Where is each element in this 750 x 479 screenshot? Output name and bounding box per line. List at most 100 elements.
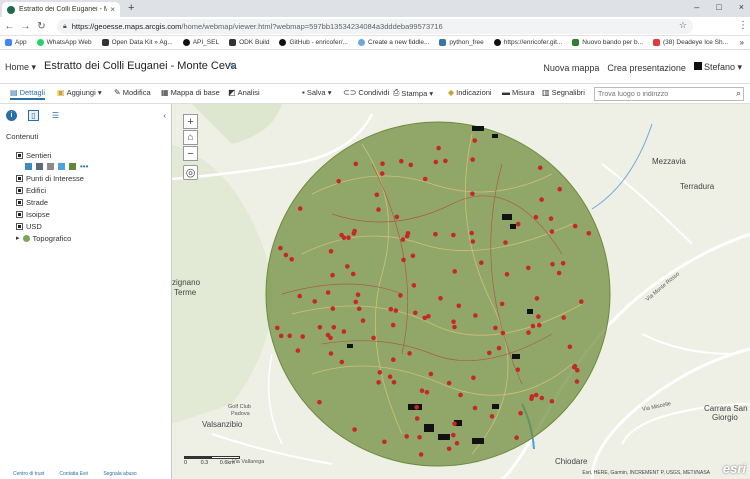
poi-marker[interactable] [380, 161, 385, 166]
close-window-button[interactable]: × [739, 2, 744, 12]
poi-marker[interactable] [289, 257, 294, 262]
poi-marker[interactable] [530, 323, 536, 329]
bookmarks-more-icon[interactable]: » [740, 38, 744, 47]
poi-marker[interactable] [350, 271, 356, 277]
bookmark-star-icon[interactable]: ☆ [679, 20, 687, 31]
poi-marker[interactable] [400, 237, 406, 242]
layer-item-edifici[interactable]: Edifici [16, 184, 88, 196]
poi-marker[interactable] [572, 223, 578, 229]
poi-marker[interactable] [451, 319, 456, 325]
poi-marker[interactable] [283, 252, 289, 258]
bookmark-item[interactable]: https://enricofer.git... [493, 39, 562, 46]
poi-marker[interactable] [278, 245, 283, 251]
layer-item-topografico[interactable]: ▸ Topografico [16, 232, 88, 244]
poi-marker[interactable] [275, 325, 280, 331]
poi-marker[interactable] [456, 303, 462, 309]
poi-marker[interactable] [341, 329, 347, 334]
poi-marker[interactable] [489, 414, 495, 419]
layer-checkbox[interactable] [16, 174, 23, 182]
poi-marker[interactable] [405, 231, 411, 236]
poi-marker[interactable] [422, 315, 427, 321]
edit-pencil-icon[interactable]: ✎ [228, 61, 236, 72]
measure-button[interactable]: ▬ Misura [502, 88, 535, 97]
poi-marker[interactable] [493, 325, 498, 331]
poi-marker[interactable] [472, 405, 478, 411]
bookmark-item[interactable]: WhatsApp Web [36, 39, 92, 46]
poi-marker[interactable] [330, 272, 335, 278]
poi-marker[interactable] [379, 171, 385, 176]
poi-marker[interactable] [339, 232, 344, 238]
poi-marker[interactable] [377, 370, 383, 375]
user-menu[interactable]: Stefano ▾ [693, 62, 742, 73]
map-view[interactable]: + ⌂ − ◎ Mezzavia Terradura zignano Terme… [172, 104, 750, 479]
poi-marker[interactable] [499, 301, 505, 307]
poi-marker[interactable] [496, 345, 502, 351]
about-info-icon[interactable]: i [6, 110, 17, 121]
poi-marker[interactable] [312, 299, 317, 304]
analysis-layer-icon[interactable] [69, 162, 76, 170]
poi-marker[interactable] [300, 334, 305, 339]
layer-checkbox[interactable] [16, 186, 23, 194]
poi-marker[interactable] [404, 434, 409, 439]
create-presentation-link[interactable]: Crea presentazione [607, 63, 686, 73]
default-extent-home-icon[interactable]: ⌂ [183, 130, 198, 145]
poi-marker[interactable] [452, 269, 458, 274]
poi-marker[interactable] [536, 322, 542, 328]
poi-marker[interactable] [353, 161, 359, 167]
bookmark-item[interactable]: Open Data Kit » Ag... [101, 39, 173, 46]
poi-marker[interactable] [446, 380, 452, 386]
filter-icon[interactable] [58, 162, 65, 170]
new-tab-button[interactable]: + [128, 2, 134, 14]
save-button[interactable]: ▪ Salva ▾ [302, 88, 331, 97]
poi-marker[interactable] [382, 439, 387, 445]
poi-marker[interactable] [557, 186, 562, 192]
poi-marker[interactable] [533, 214, 539, 220]
poi-marker[interactable] [574, 379, 580, 384]
poi-marker[interactable] [529, 394, 535, 399]
poi-marker[interactable] [537, 165, 543, 171]
poi-marker[interactable] [438, 296, 443, 301]
search-icon[interactable]: ⌕ [736, 88, 741, 99]
poi-marker[interactable] [536, 314, 541, 319]
poi-marker[interactable] [355, 292, 361, 297]
poi-marker[interactable] [388, 306, 394, 312]
poi-marker[interactable] [353, 299, 359, 305]
poi-marker[interactable] [436, 145, 441, 151]
expand-chevron-icon[interactable]: ▸ [16, 234, 20, 242]
poi-marker[interactable] [401, 257, 406, 263]
poi-marker[interactable] [487, 350, 492, 356]
poi-marker[interactable] [470, 191, 475, 197]
poi-marker[interactable] [346, 235, 351, 240]
home-menu[interactable]: Home ▾ [5, 62, 36, 73]
poi-marker[interactable] [417, 435, 422, 440]
poi-marker[interactable] [472, 138, 478, 143]
style-icon[interactable] [47, 162, 54, 170]
poi-marker[interactable] [419, 388, 425, 394]
poi-marker[interactable] [452, 324, 457, 330]
poi-marker[interactable] [534, 296, 540, 301]
layer-item-sentieri[interactable]: Sentieri [16, 149, 88, 161]
poi-marker[interactable] [526, 265, 531, 271]
zoom-in-button[interactable]: + [183, 114, 198, 129]
maximize-button[interactable]: □ [716, 2, 721, 12]
poi-marker[interactable] [550, 261, 555, 267]
poi-marker[interactable] [351, 231, 357, 236]
browser-menu-icon[interactable]: ⋮ [738, 20, 748, 31]
poi-marker[interactable] [515, 367, 521, 373]
legend-icon[interactable] [25, 162, 32, 170]
layer-item-usd[interactable]: USD [16, 220, 88, 232]
poi-marker[interactable] [470, 157, 476, 162]
poi-marker[interactable] [579, 299, 584, 304]
modify-button[interactable]: ✎ Modifica [114, 88, 151, 97]
poi-marker[interactable] [548, 216, 554, 221]
poi-marker[interactable] [556, 270, 562, 276]
bookmark-item[interactable]: GitHub - enricofer/... [279, 39, 348, 46]
bookmark-item[interactable]: python_free [439, 39, 484, 46]
poi-marker[interactable] [278, 333, 284, 339]
details-button[interactable]: ▤ Dettagli [10, 88, 45, 100]
poi-marker[interactable] [295, 348, 301, 353]
map-attribution[interactable]: Esri, HERE, Garmin, INCREMENT P, USGS, M… [582, 470, 710, 476]
poi-marker[interactable] [560, 261, 566, 266]
report-abuse-link[interactable]: Segnala abuso [103, 471, 136, 477]
bookmark-item[interactable]: Nuovo bando per b... [572, 39, 643, 46]
